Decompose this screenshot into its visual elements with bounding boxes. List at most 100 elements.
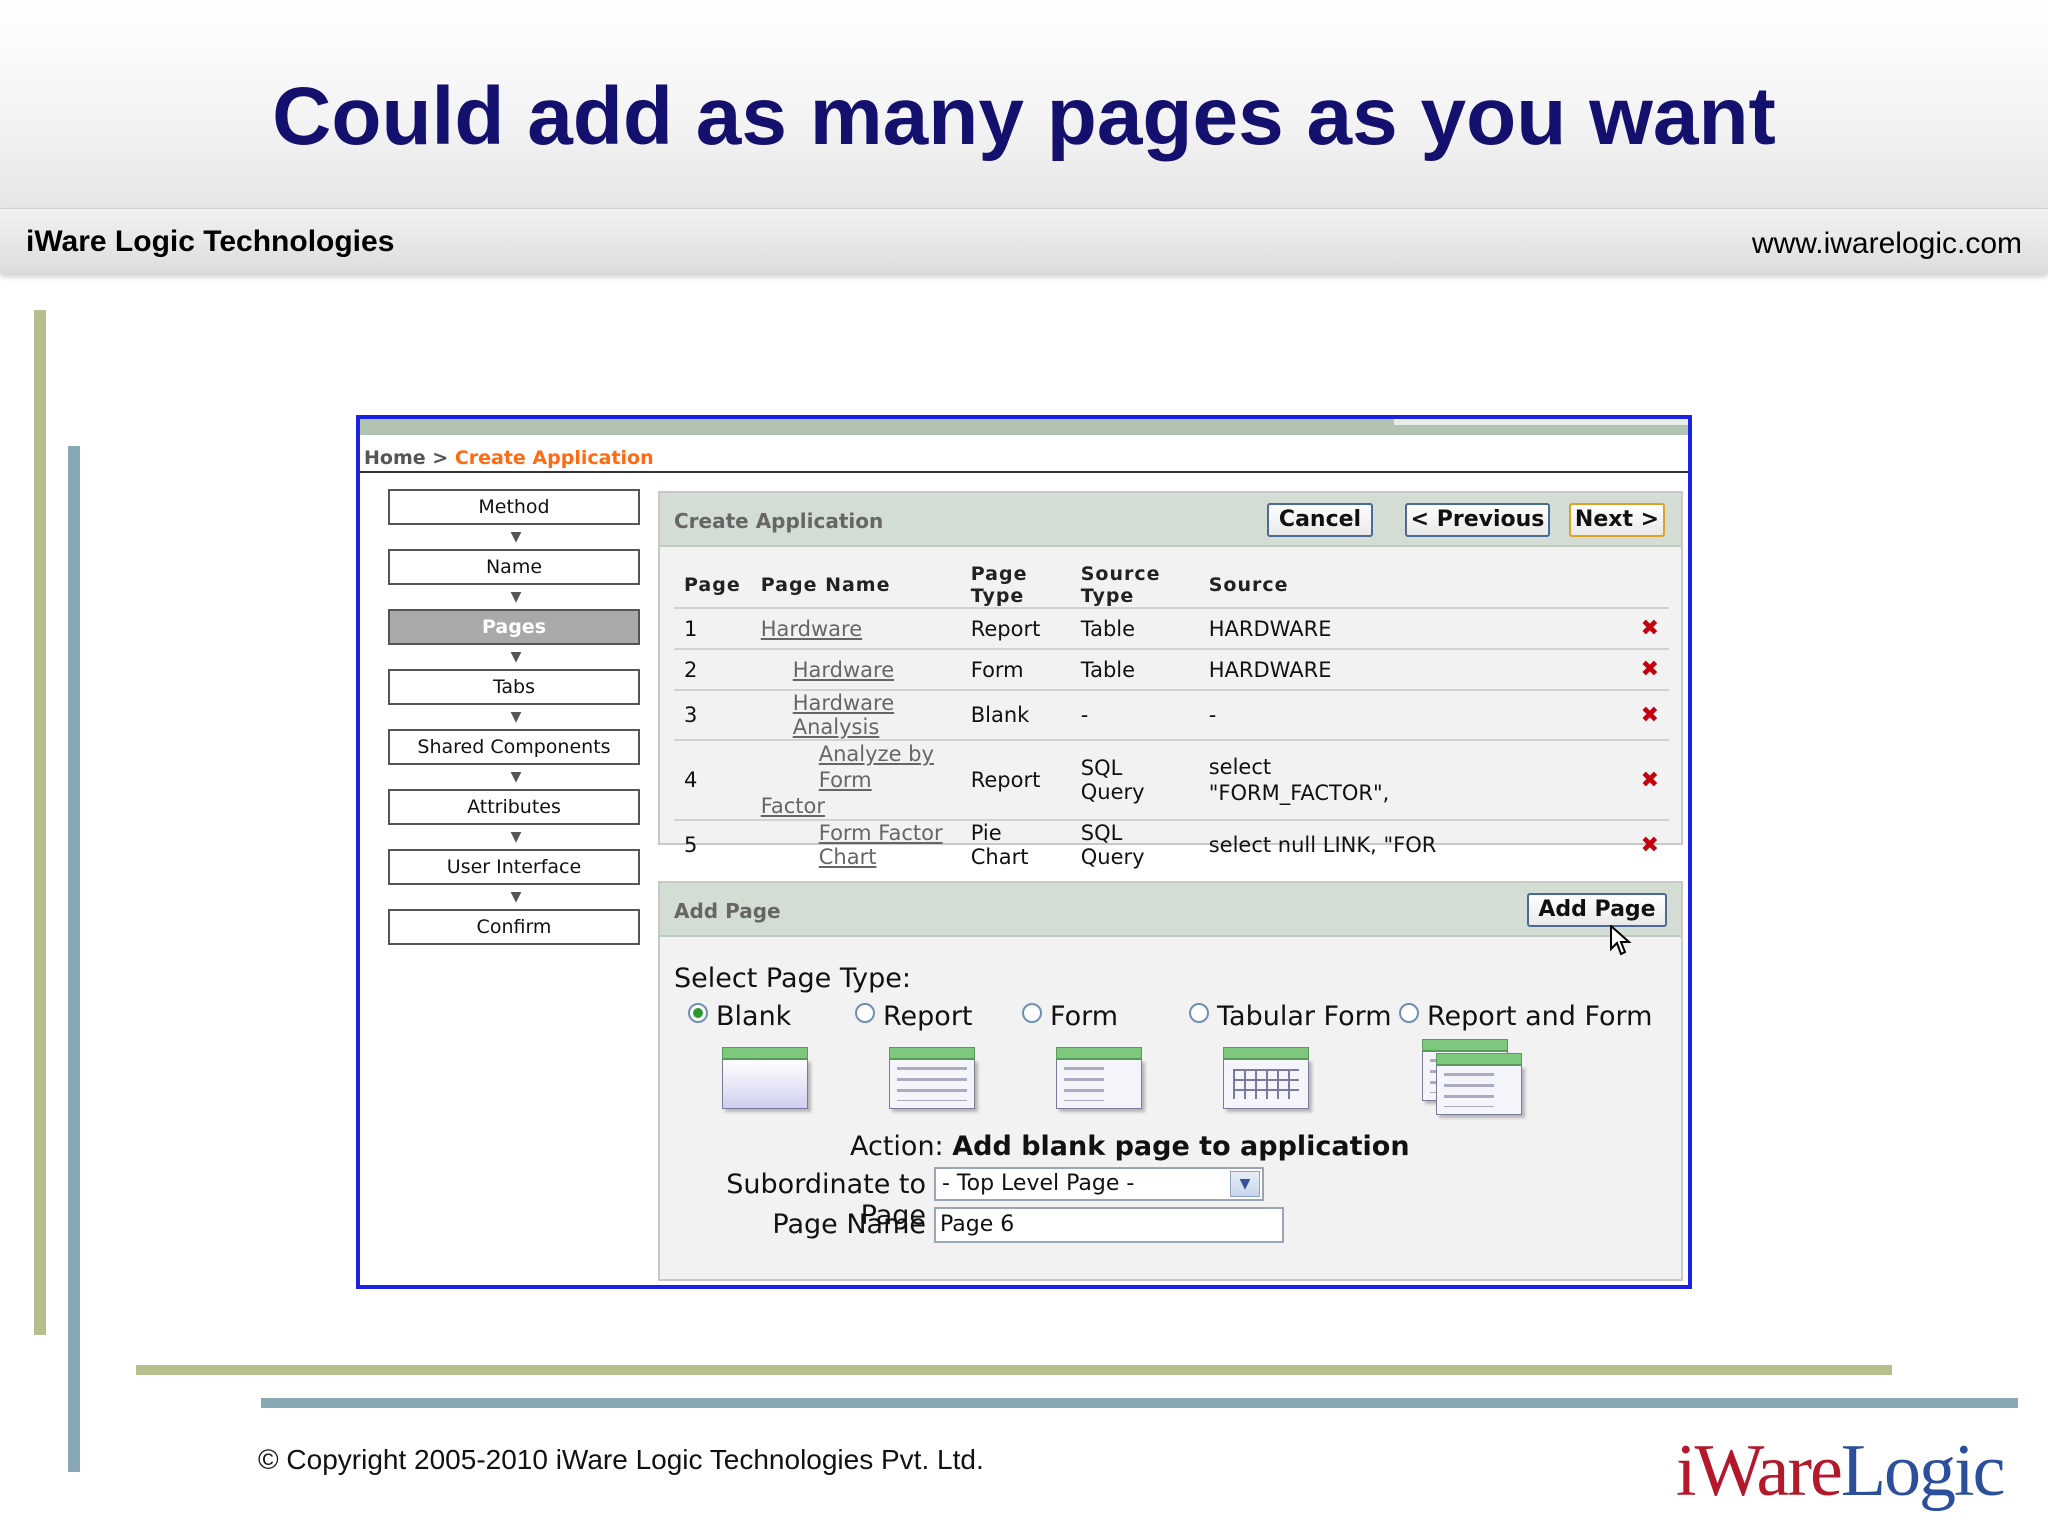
chevron-down-icon: ▼ (510, 889, 522, 905)
company-name: iWare Logic Technologies (26, 225, 395, 258)
cell-source: select "FORM_FACTOR", (1198, 739, 1619, 820)
company-band: iWare Logic Technologies www.iwarelogic.… (0, 208, 2048, 273)
column-header-page-type: Page Type (970, 563, 1028, 607)
step-tabs[interactable]: Tabs (388, 669, 640, 705)
table-row: 2 Hardware Form Table HARDWARE ✖ (674, 648, 1669, 690)
page-name-link[interactable]: Form Factor Chart (819, 821, 943, 869)
form-page-icon[interactable] (1056, 1047, 1142, 1109)
next-button[interactable]: Next > (1569, 503, 1665, 537)
chevron-down-icon: ▼ (510, 649, 522, 665)
radio-icon (855, 1003, 875, 1023)
step-attributes[interactable]: Attributes (388, 789, 640, 825)
chevron-down-icon: ▼ (510, 529, 522, 545)
page-name-input[interactable]: Page 6 (934, 1207, 1284, 1243)
table-row: 5 Form Factor Chart Pie Chart SQL Query … (674, 819, 1669, 869)
table-row: 4 Analyze by Form Factor Report SQL Quer… (674, 739, 1669, 820)
column-header-source: Source (1208, 574, 1289, 596)
page-type-radio-group: Blank Report Form Tabular Form Report an… (688, 1001, 1668, 1037)
column-header-page-name: Page Name (760, 574, 891, 596)
delete-icon[interactable]: ✖ (1619, 689, 1669, 740)
breadcrumb: Home > Create Application (364, 447, 654, 469)
step-shared-components[interactable]: Shared Components (388, 729, 640, 765)
action-line: Action: Add blank page to application (850, 1131, 1410, 1162)
create-application-panel: Create Application Cancel < Previous Nex… (658, 491, 1683, 869)
cell-page-type: Pie Chart (960, 819, 1071, 869)
cancel-button[interactable]: Cancel (1267, 503, 1373, 537)
decor-vertical-blue-bar (68, 446, 80, 1472)
company-url: www.iwarelogic.com (1751, 227, 2022, 260)
cell-source-line1: select (1208, 755, 1272, 779)
report-page-icon[interactable] (889, 1047, 975, 1109)
delete-icon[interactable]: ✖ (1619, 819, 1669, 869)
radio-blank[interactable]: Blank (688, 1001, 791, 1032)
step-confirm[interactable]: Confirm (388, 909, 640, 945)
cell-source-type: SQL Query (1070, 739, 1199, 820)
blank-page-icon[interactable] (722, 1047, 808, 1109)
create-application-title: Create Application (674, 509, 884, 533)
app-top-bar-highlight (1394, 419, 1688, 425)
page-name-link[interactable]: Hardware (793, 658, 894, 682)
radio-report-and-form[interactable]: Report and Form (1399, 1001, 1652, 1032)
cell-page-name: Hardware (750, 648, 961, 690)
cell-page-name: Analyze by Form Factor (750, 739, 961, 820)
add-page-button[interactable]: Add Page (1527, 893, 1667, 927)
radio-icon (688, 1003, 708, 1023)
column-header-source-type: Source Type (1080, 563, 1161, 607)
add-page-header: Add Page Add Page (660, 883, 1681, 937)
action-value: Add blank page to application (952, 1131, 1410, 1162)
add-page-panel: Add Page Add Page Select Page Type: Blan… (658, 881, 1683, 1281)
page-name-link[interactable]: Hardware Analysis (793, 691, 894, 739)
chevron-down-icon: ▼ (510, 709, 522, 725)
subordinate-select[interactable]: - Top Level Page - ▼ (934, 1167, 1264, 1201)
delete-icon[interactable]: ✖ (1619, 739, 1669, 820)
decor-horizontal-olive-bar (136, 1365, 1892, 1375)
breadcrumb-current: Create Application (454, 447, 654, 469)
radio-icon (1022, 1003, 1042, 1023)
step-method[interactable]: Method (388, 489, 640, 525)
radio-label: Form (1050, 1001, 1119, 1032)
radio-icon (1189, 1003, 1209, 1023)
radio-label: Tabular Form (1217, 1001, 1392, 1032)
page-name-link[interactable]: Analyze by Form (761, 741, 951, 793)
step-pages[interactable]: Pages (388, 609, 640, 645)
delete-icon[interactable]: ✖ (1619, 607, 1669, 649)
column-header-page: Page (684, 574, 741, 596)
radio-form[interactable]: Form (1022, 1001, 1118, 1032)
cell-source-type: Table (1070, 648, 1199, 690)
step-user-interface[interactable]: User Interface (388, 849, 640, 885)
slide-title: Could add as many pages as you want (272, 71, 1776, 162)
page-name-link[interactable]: Hardware (761, 617, 862, 641)
radio-label: Blank (716, 1001, 792, 1032)
pages-table: Page Page Name Page Type Source Type Sou… (674, 563, 1669, 869)
cell-page: 3 (674, 689, 751, 740)
previous-button[interactable]: < Previous (1405, 503, 1550, 537)
copyright-text: © Copyright 2005-2010 iWare Logic Techno… (258, 1444, 984, 1475)
table-header-row: Page Page Name Page Type Source Type Sou… (674, 563, 1669, 608)
app-screenshot: Home > Create Application Method ▼ Name … (356, 415, 1692, 1289)
table-row: 3 Hardware Analysis Blank - - ✖ (674, 689, 1669, 740)
radio-report[interactable]: Report (855, 1001, 973, 1032)
cell-source: HARDWARE (1198, 607, 1619, 649)
page-name-link-continued[interactable]: Factor (761, 794, 825, 818)
cell-source: HARDWARE (1198, 648, 1619, 690)
wizard-steps: Method ▼ Name ▼ Pages ▼ Tabs ▼ Shared Co… (388, 489, 644, 945)
breadcrumb-home[interactable]: Home (364, 447, 426, 469)
radio-tabular-form[interactable]: Tabular Form (1189, 1001, 1392, 1032)
cell-source-type: - (1070, 689, 1199, 740)
step-name[interactable]: Name (388, 549, 640, 585)
select-page-type-label: Select Page Type: (674, 963, 911, 994)
report-and-form-page-icon[interactable] (1436, 1053, 1522, 1115)
cell-source-line2: "FORM_FACTOR", (1208, 781, 1390, 805)
cell-page-name: Hardware (750, 607, 961, 649)
radio-label: Report and Form (1427, 1001, 1653, 1032)
cell-source-type: Table (1070, 607, 1199, 649)
cell-page-type: Report (960, 607, 1071, 649)
cell-source: select null LINK, "FOR (1198, 819, 1619, 869)
breadcrumb-separator: > (432, 447, 449, 469)
select-arrow-icon[interactable]: ▼ (1230, 1171, 1260, 1197)
mouse-pointer-icon (1610, 925, 1632, 956)
column-header-delete (1619, 563, 1669, 608)
tabular-form-page-icon[interactable] (1223, 1047, 1309, 1109)
cell-page-type: Form (960, 648, 1071, 690)
delete-icon[interactable]: ✖ (1619, 648, 1669, 690)
